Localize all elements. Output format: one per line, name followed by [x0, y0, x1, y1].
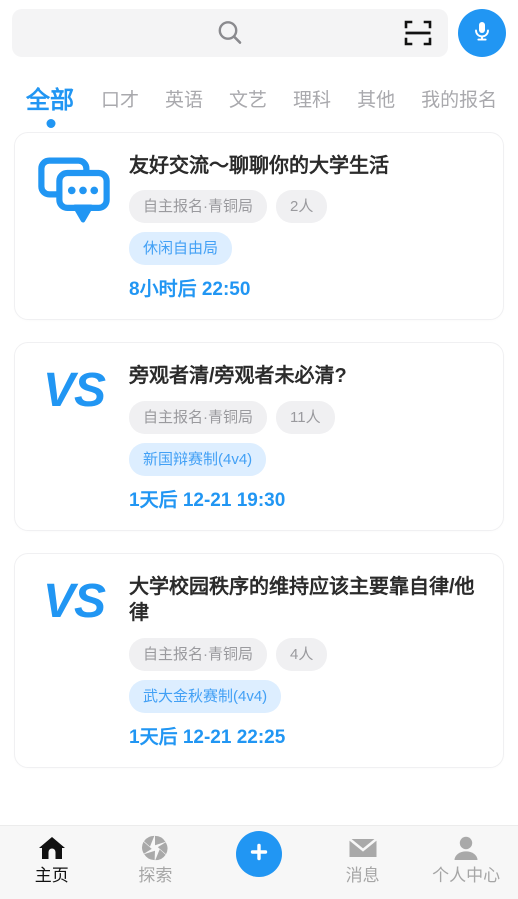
activity-list[interactable]: 友好交流～聊聊你的大学生活 自主报名·青铜局 2人 休闲自由局 8小时后 22:…: [0, 132, 518, 825]
nav-label: 个人中心: [432, 866, 501, 885]
tab-my-signups[interactable]: 我的报名: [408, 86, 510, 116]
scan-code-icon[interactable]: [402, 17, 434, 49]
active-tab-indicator: [46, 119, 56, 128]
card-meta-pills: 自主报名·青铜局 2人: [129, 190, 485, 224]
nav-item-home[interactable]: 主页: [0, 826, 104, 887]
tab-eloquence[interactable]: 口才: [88, 86, 152, 116]
card-icon: VS: [33, 363, 115, 511]
card-tag-row: 休闲自由局: [129, 232, 485, 266]
tab-label: 其他: [357, 90, 396, 111]
pill-format-tag: 新国辩赛制(4v4): [129, 442, 267, 476]
list-item[interactable]: VS 旁观者清/旁观者未必清? 自主报名·青铜局 11人 新国辩赛制(4v4) …: [14, 342, 504, 531]
nav-item-explore[interactable]: 探索: [104, 826, 208, 887]
plus-icon: [247, 840, 271, 869]
pill-format-tag: 武大金秋赛制(4v4): [129, 679, 282, 713]
envelope-icon: [346, 833, 380, 863]
card-icon: VS: [33, 574, 115, 749]
nav-item-profile[interactable]: 个人中心: [414, 826, 518, 887]
app-root: 全部 口才 英语 文艺 理科 其他 我的报名 友好交流～聊聊你的大学生活 自主报…: [0, 0, 518, 899]
card-tag-row: 新国辩赛制(4v4): [129, 442, 485, 476]
person-icon: [449, 833, 483, 863]
card-meta-pills: 自主报名·青铜局 4人: [129, 637, 485, 671]
search-bar: [0, 0, 518, 60]
card-time: 8小时后 22:50: [129, 279, 251, 301]
card-body: 友好交流～聊聊你的大学生活 自主报名·青铜局 2人 休闲自由局 8小时后 22:…: [129, 153, 485, 301]
microphone-icon: [470, 19, 494, 48]
card-meta-pills: 自主报名·青铜局 11人: [129, 400, 485, 434]
chat-bubbles-icon: [38, 157, 110, 230]
tab-science[interactable]: 理科: [280, 86, 344, 116]
vs-icon: VS: [42, 574, 106, 628]
card-time: 1天后 12-21 19:30: [129, 489, 286, 511]
pill-signup-type: 自主报名·青铜局: [129, 400, 267, 434]
tab-arts[interactable]: 文艺: [216, 86, 280, 116]
tab-label: 全部: [26, 87, 74, 114]
nav-item-messages[interactable]: 消息: [311, 826, 415, 887]
pill-participant-count: 11人: [276, 400, 335, 434]
voice-search-button[interactable]: [458, 9, 506, 57]
aperture-icon: [138, 833, 172, 863]
card-title: 友好交流～聊聊你的大学生活: [129, 155, 389, 177]
vs-icon: VS: [42, 364, 106, 418]
card-body: 大学校园秩序的维持应该主要靠自律/他律 自主报名·青铜局 4人 武大金秋赛制(4…: [129, 574, 485, 749]
pill-signup-type: 自主报名·青铜局: [129, 190, 267, 224]
bottom-navigation: 主页 探索 消息 个人中心: [0, 825, 518, 899]
nav-label: 主页: [34, 866, 69, 885]
add-button[interactable]: [235, 831, 282, 877]
home-icon: [35, 833, 69, 863]
tab-label: 口才: [101, 90, 140, 111]
card-title: 旁观者清/旁观者未必清?: [129, 365, 347, 388]
tab-label: 文艺: [229, 90, 268, 111]
tab-label: 理科: [293, 90, 332, 111]
search-icon: [215, 18, 245, 48]
card-icon: [33, 153, 115, 301]
create-activity-slot: [207, 826, 311, 877]
search-input[interactable]: [12, 9, 448, 57]
tab-other[interactable]: 其他: [344, 86, 408, 116]
pill-participant-count: 2人: [276, 190, 328, 224]
tab-label: 我的报名: [421, 90, 498, 111]
nav-label: 探索: [138, 866, 173, 885]
card-title: 大学校园秩序的维持应该主要靠自律/他律: [129, 575, 475, 625]
tab-label: 英语: [165, 90, 204, 111]
pill-format-tag: 休闲自由局: [129, 232, 233, 266]
tab-all[interactable]: 全部: [14, 86, 88, 128]
card-tag-row: 武大金秋赛制(4v4): [129, 679, 485, 713]
pill-signup-type: 自主报名·青铜局: [129, 637, 267, 671]
tab-english[interactable]: 英语: [152, 86, 216, 116]
category-tabs: 全部 口才 英语 文艺 理科 其他 我的报名: [0, 60, 518, 128]
list-item[interactable]: 友好交流～聊聊你的大学生活 自主报名·青铜局 2人 休闲自由局 8小时后 22:…: [14, 132, 504, 321]
card-body: 旁观者清/旁观者未必清? 自主报名·青铜局 11人 新国辩赛制(4v4) 1天后…: [129, 363, 485, 511]
card-time: 1天后 12-21 22:25: [129, 726, 286, 748]
pill-participant-count: 4人: [276, 637, 328, 671]
list-item[interactable]: VS 大学校园秩序的维持应该主要靠自律/他律 自主报名·青铜局 4人 武大金秋赛…: [14, 552, 504, 768]
nav-label: 消息: [345, 866, 380, 885]
